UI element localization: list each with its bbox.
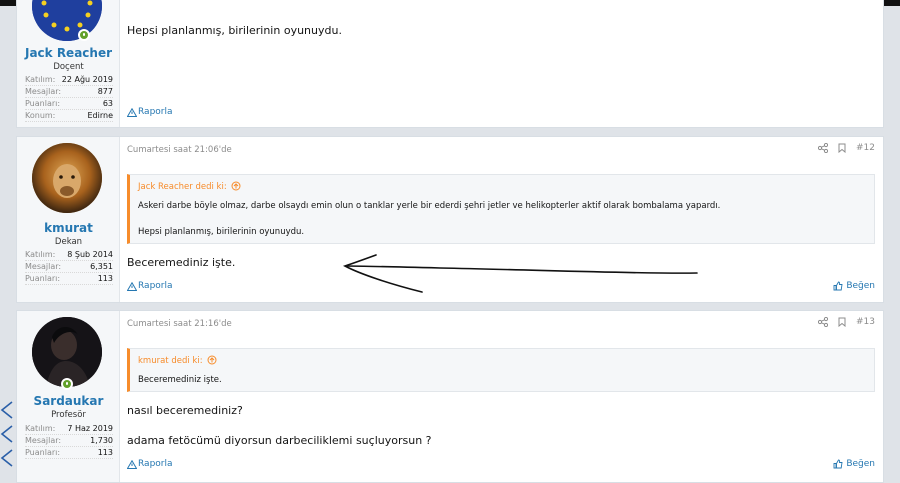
post-actions: #13 — [818, 317, 875, 327]
avatar[interactable] — [32, 317, 102, 387]
stat-label: Puanları: — [25, 448, 61, 457]
warning-icon — [127, 281, 137, 291]
report-label: Raporla — [138, 107, 173, 117]
quote-author-label: Jack Reacher dedi ki: — [138, 182, 227, 192]
bookmark-icon[interactable] — [838, 143, 846, 153]
post-sardaukar: Sardaukar Profesör Katılım: 7 Haz 2019 Me… — [16, 310, 884, 483]
online-icon — [78, 29, 90, 41]
report-link[interactable]: Raporla — [127, 107, 173, 117]
stat-value: 113 — [97, 448, 113, 457]
quote-block: kmurat dedi ki: Beceremediniz işte. — [127, 348, 875, 392]
report-label: Raporla — [138, 459, 173, 469]
like-label: Beğen — [846, 281, 875, 291]
stat-label: Katılım: — [25, 250, 56, 259]
stat-label: Mesajlar: — [25, 262, 62, 271]
report-link[interactable]: Raporla — [127, 281, 173, 291]
stat-row: Puanları: 113 — [25, 273, 113, 285]
like-label: Beğen — [846, 459, 875, 469]
stat-label: Puanları: — [25, 274, 61, 283]
arrow-up-circle-icon[interactable] — [207, 355, 217, 365]
stat-label: Mesajlar: — [25, 87, 62, 96]
hand-drawn-arrow — [342, 254, 698, 293]
user-title: Doçent — [53, 62, 84, 72]
username[interactable]: Sardaukar — [17, 394, 120, 408]
warning-icon — [127, 459, 137, 469]
post-date[interactable]: Cumartesi saat 21:16'de — [127, 319, 232, 329]
stat-value: 113 — [97, 274, 113, 283]
post-jack-reacher: Jack Reacher Doçent Katılım: 22 Ağu 2019 … — [16, 0, 884, 128]
quote-text: Beceremediniz işte. — [130, 369, 874, 393]
like-button[interactable]: Beğen — [833, 459, 875, 469]
eu-flag-avatar-image — [32, 0, 102, 41]
quote-block: Jack Reacher dedi ki: Askeri darbe böyle… — [127, 174, 875, 244]
stat-row: Mesajlar: 6,351 — [25, 261, 113, 273]
stat-value: 7 Haz 2019 — [67, 424, 113, 433]
user-stats: Katılım: 8 Şub 2014 Mesajlar: 6,351 Puanla… — [25, 249, 113, 285]
user-title: Profesör — [51, 410, 86, 420]
user-title: Dekan — [54, 237, 83, 247]
user-column: Jack Reacher Doçent Katılım: 22 Ağu 2019 … — [17, 0, 120, 127]
quote-line: Beceremediniz işte. — [138, 375, 222, 385]
quote-line: Hepsi planlanmış, birilerinin oyunuydu. — [138, 227, 305, 237]
avatar[interactable] — [32, 143, 102, 213]
stat-row: Mesajlar: 877 — [25, 86, 113, 98]
online-icon — [61, 378, 73, 390]
user-stats: Katılım: 7 Haz 2019 Mesajlar: 1,730 Puanla… — [25, 423, 113, 459]
stat-value: 63 — [102, 99, 113, 108]
quote-text: Askeri darbe böyle olmaz, darbe olsaydı … — [130, 195, 874, 245]
quote-author[interactable]: Jack Reacher dedi ki: — [130, 175, 874, 195]
stat-row: Konum: Edirne — [25, 110, 113, 122]
avatar[interactable] — [32, 0, 102, 41]
report-label: Raporla — [138, 281, 173, 291]
stat-label: Katılım: — [25, 75, 56, 84]
like-button[interactable]: Beğen — [833, 281, 875, 291]
stat-value: Edirne — [87, 111, 114, 120]
stat-row: Katılım: 7 Haz 2019 — [25, 423, 113, 435]
stat-label: Mesajlar: — [25, 436, 62, 445]
stat-value: 22 Ağu 2019 — [61, 75, 113, 84]
left-edge-chevrons — [0, 401, 13, 467]
stat-row: Katılım: 8 Şub 2014 — [25, 249, 113, 261]
warning-icon — [127, 107, 137, 117]
report-link[interactable]: Raporla — [127, 459, 173, 469]
post-number[interactable]: #13 — [856, 317, 875, 327]
stat-value: 877 — [97, 87, 113, 96]
lion-avatar-image — [32, 143, 102, 213]
dark-character-avatar-image — [32, 317, 102, 387]
stat-value: 6,351 — [90, 262, 113, 271]
post-date[interactable]: Cumartesi saat 21:06'de — [127, 145, 232, 155]
quote-line: Askeri darbe böyle olmaz, darbe olsaydı … — [138, 201, 721, 211]
stat-row: Puanları: 113 — [25, 447, 113, 459]
quote-author[interactable]: kmurat dedi ki: — [130, 349, 874, 369]
share-icon[interactable] — [818, 143, 828, 153]
stat-value: 8 Şub 2014 — [67, 250, 113, 259]
stat-row: Mesajlar: 1,730 — [25, 435, 113, 447]
post-actions: #12 — [818, 143, 875, 153]
message-text: Beceremediniz işte. — [127, 256, 236, 269]
username[interactable]: kmurat — [17, 221, 120, 235]
message-text: adama fetöcümü diyorsun darbeciliklemi s… — [127, 434, 432, 447]
message-text: Hepsi planlanmış, birilerinin oyunuydu. — [127, 24, 342, 37]
user-stats: Katılım: 22 Ağu 2019 Mesajlar: 877 Puanlar… — [25, 74, 113, 122]
stat-label: Puanları: — [25, 99, 61, 108]
user-column: Sardaukar Profesör Katılım: 7 Haz 2019 Me… — [17, 311, 120, 482]
stat-value: 1,730 — [90, 436, 113, 445]
stat-label: Katılım: — [25, 424, 56, 433]
arrow-up-circle-icon[interactable] — [231, 181, 241, 191]
bookmark-icon[interactable] — [838, 317, 846, 327]
share-icon[interactable] — [818, 317, 828, 327]
quote-author-label: kmurat dedi ki: — [138, 356, 203, 366]
post-number[interactable]: #12 — [856, 143, 875, 153]
username[interactable]: Jack Reacher — [17, 46, 120, 60]
message-text: nasıl beceremediniz? — [127, 404, 243, 417]
stat-label: Konum: — [25, 111, 56, 120]
like-icon — [833, 459, 843, 469]
user-column: kmurat Dekan Katılım: 8 Şub 2014 Mesajlar… — [17, 137, 120, 302]
stat-row: Puanları: 63 — [25, 98, 113, 110]
like-icon — [833, 281, 843, 291]
stat-row: Katılım: 22 Ağu 2019 — [25, 74, 113, 86]
